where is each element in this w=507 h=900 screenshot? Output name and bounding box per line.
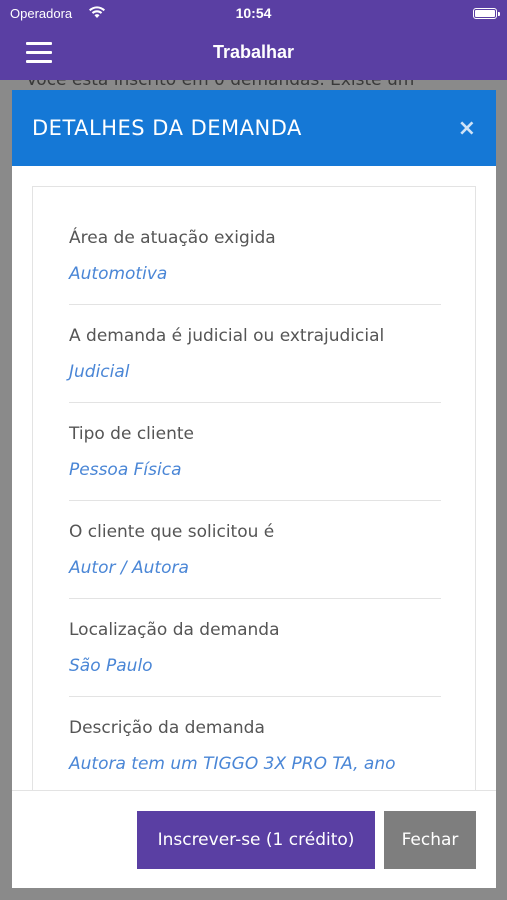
clock: 10:54 <box>235 5 272 21</box>
field-judicial: A demanda é judicial ou extrajudicial Ju… <box>69 325 441 383</box>
page-title: Trabalhar <box>212 42 295 62</box>
field-value: Automotiva <box>69 264 168 284</box>
details-card: Área de atuação exigida Automotiva A dem… <box>32 186 476 790</box>
divider <box>69 304 441 305</box>
modal-body[interactable]: Área de atuação exigida Automotiva A dem… <box>12 166 496 790</box>
status-bar: Operadora 10:54 <box>0 0 507 28</box>
field-value: São Paulo <box>69 656 153 676</box>
field-value: Pessoa Física <box>69 460 182 480</box>
field-label: Descrição da demanda <box>69 718 265 738</box>
modal-footer: Inscrever-se (1 crédito) Fechar <box>12 790 496 888</box>
divider <box>69 598 441 599</box>
nav-bar: Trabalhar <box>0 28 507 80</box>
field-requester: O cliente que solicitou é Autor / Autora <box>69 521 441 579</box>
modal-title: DETALHES DA DEMANDA <box>32 116 302 140</box>
field-label: O cliente que solicitou é <box>69 522 275 542</box>
close-icon[interactable]: × <box>458 118 476 140</box>
field-label: Área de atuação exigida <box>69 228 276 248</box>
field-label: A demanda é judicial ou extrajudicial <box>69 326 385 346</box>
divider <box>69 500 441 501</box>
background-text: Você está inscrito em 0 demandas. Existe… <box>26 80 415 90</box>
field-label: Localização da demanda <box>69 620 280 640</box>
modal-header: DETALHES DA DEMANDA × <box>12 90 496 166</box>
field-location: Localização da demanda São Paulo <box>69 619 441 677</box>
field-label: Tipo de cliente <box>69 424 194 444</box>
field-value: Autor / Autora <box>69 558 189 578</box>
divider <box>69 696 441 697</box>
demand-details-modal: DETALHES DA DEMANDA × Área de atuação ex… <box>12 90 496 888</box>
battery-icon <box>473 8 500 19</box>
field-value: Autora tem um TIGGO 3X PRO TA, ano <box>69 754 396 774</box>
field-value: Judicial <box>69 362 130 382</box>
subscribe-button[interactable]: Inscrever-se (1 crédito) <box>137 811 375 869</box>
field-description: Descrição da demanda Autora tem um TIGGO… <box>69 717 441 775</box>
close-button[interactable]: Fechar <box>384 811 476 869</box>
divider <box>69 402 441 403</box>
field-area: Área de atuação exigida Automotiva <box>69 227 441 285</box>
field-client-type: Tipo de cliente Pessoa Física <box>69 423 441 481</box>
